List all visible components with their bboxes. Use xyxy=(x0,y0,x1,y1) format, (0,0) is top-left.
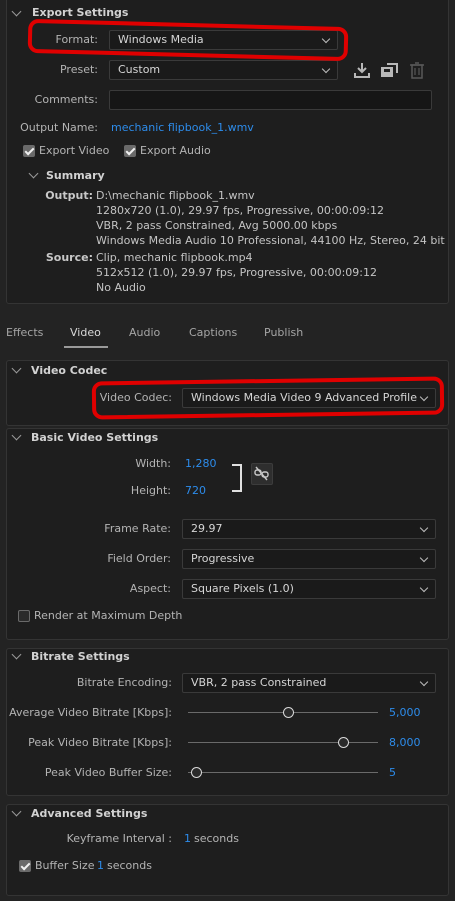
buffer-size-value[interactable]: 1 xyxy=(97,859,104,872)
width-label: Width: xyxy=(135,457,171,470)
preset-value: Custom xyxy=(118,63,161,76)
chevron-down-icon xyxy=(321,34,331,44)
width-value[interactable]: 1,280 xyxy=(185,457,217,470)
buffer-size-label: Buffer Size xyxy=(35,859,95,872)
summary-source-line: 512x512 (1.0), 29.97 fps, Progressive, 0… xyxy=(96,266,378,279)
tab-audio[interactable]: Audio xyxy=(129,326,160,339)
export-video-checkbox[interactable] xyxy=(23,145,35,157)
summary-source-label: Source: xyxy=(45,251,93,264)
summary-source-line: Clip, mechanic flipbook.mp4 xyxy=(96,251,253,264)
aspect-value: Square Pixels (1.0) xyxy=(191,582,294,595)
field-order-value: Progressive xyxy=(191,552,255,565)
format-dropdown[interactable]: Windows Media xyxy=(109,30,338,50)
summary-source-line: No Audio xyxy=(96,281,146,294)
render-max-depth-label: Render at Maximum Depth xyxy=(34,609,183,622)
avg-bitrate-value[interactable]: 5,000 xyxy=(389,706,421,719)
save-preset-icon[interactable] xyxy=(379,61,399,79)
export-video-label: Export Video xyxy=(39,144,110,157)
format-value: Windows Media xyxy=(118,33,204,46)
peak-bitrate-slider-track[interactable] xyxy=(188,742,378,743)
field-order-label: Field Order: xyxy=(107,552,171,565)
summary-header: Summary xyxy=(46,169,105,182)
import-preset-icon[interactable] xyxy=(353,61,371,79)
delete-preset-icon[interactable] xyxy=(409,61,425,79)
tab-captions[interactable]: Captions xyxy=(189,326,237,339)
peak-buffer-slider-handle[interactable] xyxy=(191,767,202,778)
chevron-down-icon xyxy=(321,64,331,74)
preset-label: Preset: xyxy=(59,63,98,76)
video-codec-label: Video Codec: xyxy=(99,391,172,404)
summary-output-line: 1280x720 (1.0), 29.97 fps, Progressive, … xyxy=(96,204,385,217)
buffer-size-unit: seconds xyxy=(107,859,152,872)
bitrate-settings-header: Bitrate Settings xyxy=(31,650,130,663)
bitrate-encoding-value: VBR, 2 pass Constrained xyxy=(191,676,327,689)
peak-buffer-label: Peak Video Buffer Size: xyxy=(44,766,172,779)
export-settings-header: Export Settings xyxy=(32,6,129,19)
chevron-down-icon xyxy=(419,553,429,563)
tab-publish[interactable]: Publish xyxy=(264,326,303,339)
frame-rate-value: 29.97 xyxy=(191,522,223,535)
active-tab-indicator xyxy=(64,346,108,348)
keyframe-interval-unit: seconds xyxy=(194,832,239,845)
chain-unlink-icon xyxy=(254,466,269,481)
bitrate-encoding-dropdown[interactable]: VBR, 2 pass Constrained xyxy=(182,673,436,693)
render-max-depth-checkbox[interactable] xyxy=(18,610,30,622)
peak-bitrate-value[interactable]: 8,000 xyxy=(389,736,421,749)
export-audio-checkbox[interactable] xyxy=(124,145,136,157)
aspect-link-bracket xyxy=(232,464,242,492)
keyframe-interval-value[interactable]: 1 xyxy=(184,832,191,845)
field-order-dropdown[interactable]: Progressive xyxy=(182,549,436,569)
keyframe-interval-label: Keyframe Interval : xyxy=(66,832,172,845)
video-codec-header: Video Codec xyxy=(31,364,108,377)
summary-output-line: VBR, 2 pass Constrained, Avg 5000.00 kbp… xyxy=(96,219,338,232)
height-value[interactable]: 720 xyxy=(185,484,206,497)
peak-bitrate-label: Peak Video Bitrate [Kbps]: xyxy=(28,736,172,749)
chevron-down-icon xyxy=(419,677,429,687)
chevron-down-icon xyxy=(419,392,429,402)
aspect-dropdown[interactable]: Square Pixels (1.0) xyxy=(182,579,436,599)
avg-bitrate-label: Average Video Bitrate [Kbps]: xyxy=(9,706,172,719)
comments-input[interactable] xyxy=(109,90,432,110)
video-codec-dropdown[interactable]: Windows Media Video 9 Advanced Profile xyxy=(182,388,436,408)
output-name-link[interactable]: mechanic flipbook_1.wmv xyxy=(111,121,254,134)
summary-output-label: Output: xyxy=(45,189,93,202)
summary-output-line: D:\mechanic flipbook_1.wmv xyxy=(96,189,255,202)
chevron-down-icon xyxy=(419,523,429,533)
tab-video[interactable]: Video xyxy=(70,326,101,339)
aspect-label: Aspect: xyxy=(129,582,171,595)
avg-bitrate-slider-handle[interactable] xyxy=(283,707,294,718)
summary-output-line: Windows Media Audio 10 Professional, 441… xyxy=(96,234,445,247)
buffer-size-checkbox[interactable] xyxy=(19,860,31,872)
export-audio-label: Export Audio xyxy=(140,144,211,157)
format-label: Format: xyxy=(55,33,98,46)
bitrate-encoding-label: Bitrate Encoding: xyxy=(76,676,172,689)
peak-buffer-slider-track[interactable] xyxy=(188,772,378,773)
video-codec-value: Windows Media Video 9 Advanced Profile xyxy=(191,391,417,404)
output-name-label: Output Name: xyxy=(20,121,98,134)
height-label: Height: xyxy=(130,484,171,497)
comments-label: Comments: xyxy=(34,93,98,106)
frame-rate-dropdown[interactable]: 29.97 xyxy=(182,519,436,539)
frame-rate-label: Frame Rate: xyxy=(104,522,171,535)
advanced-settings-header: Advanced Settings xyxy=(31,807,148,820)
chevron-down-icon xyxy=(419,583,429,593)
basic-video-settings-header: Basic Video Settings xyxy=(31,431,159,444)
preset-dropdown[interactable]: Custom xyxy=(109,60,338,80)
peak-buffer-value[interactable]: 5 xyxy=(389,766,396,779)
tab-effects[interactable]: Effects xyxy=(6,326,43,339)
